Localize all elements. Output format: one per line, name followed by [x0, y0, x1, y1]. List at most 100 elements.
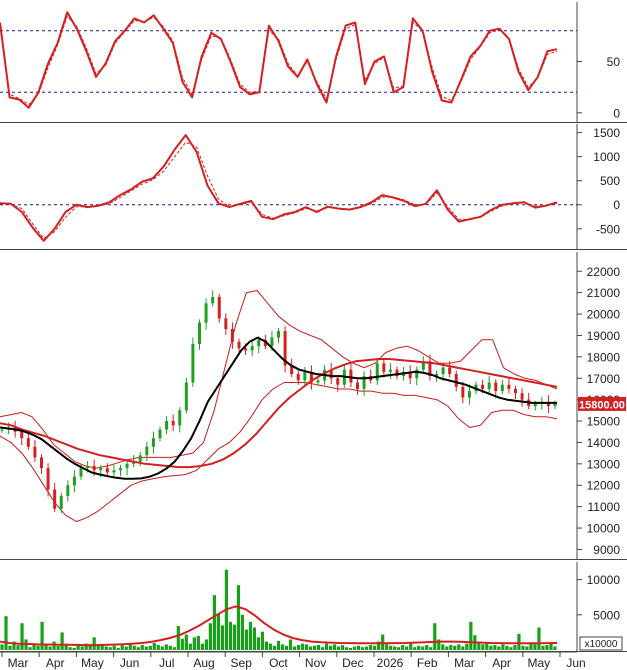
candle-body: [105, 468, 109, 473]
volume-bar: [316, 645, 321, 650]
volume-bar: [357, 645, 361, 650]
volume-bar: [176, 626, 180, 650]
volume-unit-label: x10000: [585, 639, 618, 650]
volume-bar: [108, 647, 112, 650]
candle-body: [66, 485, 70, 496]
volume-bar: [449, 645, 453, 650]
volume-bar: [337, 646, 341, 650]
volume-bar: [256, 637, 261, 650]
x-tick-label: Aug: [193, 656, 214, 670]
candle-body: [92, 465, 96, 471]
oscillator-signal-line: [0, 15, 558, 106]
volume-bar: [160, 646, 164, 650]
x-tick-label: Sep: [231, 656, 253, 670]
volume-bar: [497, 646, 501, 650]
x-tick-label: Apr: [46, 656, 65, 670]
volume-bar: [172, 647, 176, 650]
volume-bar: [369, 645, 373, 650]
candle-body: [26, 438, 30, 447]
y-tick-label: 0: [613, 198, 620, 212]
volume-bar: [168, 645, 172, 650]
candle-body: [46, 468, 50, 490]
volume-bar: [232, 624, 237, 650]
y-tick-label: 19000: [587, 329, 621, 343]
candle-body: [99, 468, 103, 471]
candle-body: [178, 410, 182, 426]
x-tick-label: Jun: [120, 656, 139, 670]
volume-bar: [272, 645, 277, 650]
volume-bar: [180, 638, 184, 650]
candle-body: [230, 329, 234, 342]
volume-bar: [533, 644, 537, 650]
y-tick-label: 18000: [587, 350, 621, 364]
volume-bar: [8, 645, 12, 650]
volume-bar: [308, 646, 313, 650]
candle-body: [217, 296, 221, 319]
candle-body: [191, 344, 195, 383]
volume-bar: [28, 647, 32, 650]
volume-bar: [80, 646, 84, 650]
x-tick-label: Feb: [417, 656, 438, 670]
candle-body: [250, 346, 254, 351]
macd-line: [0, 134, 558, 242]
volume-bar: [349, 647, 353, 650]
volume-bar: [148, 645, 152, 650]
candle-body: [125, 463, 129, 469]
x-tick-label: Nov: [305, 656, 326, 670]
y-tick-label: 22000: [587, 265, 621, 279]
volume-bar: [264, 641, 269, 650]
volume-bar: [92, 637, 96, 650]
candle-body: [112, 470, 116, 473]
volume-bar: [457, 644, 461, 650]
candle-body: [494, 382, 498, 392]
volume-bar: [240, 614, 245, 650]
y-tick-label: 10000: [587, 522, 621, 536]
volume-bar: [312, 645, 317, 650]
candle-body: [40, 457, 43, 469]
candle-body: [316, 380, 320, 383]
volume-bar: [429, 647, 433, 650]
volume-bar: [56, 645, 60, 650]
volume-bar: [228, 621, 233, 650]
volume-bar: [545, 645, 549, 650]
volume-bar: [136, 647, 140, 650]
candle-body: [165, 421, 169, 430]
candle-body: [237, 341, 241, 349]
volume-bar: [288, 639, 293, 650]
volume-bar: [361, 647, 365, 650]
volume-bar: [517, 633, 521, 650]
volume-bar: [385, 644, 389, 650]
volume-bar: [353, 646, 357, 650]
candle-body: [553, 403, 557, 407]
volume-bar: [4, 616, 8, 650]
candle-body: [388, 369, 392, 372]
volume-bar: [44, 645, 48, 650]
volume-bar: [537, 627, 541, 650]
volume-bar: [529, 643, 533, 650]
macd-signal-line: [0, 141, 558, 239]
candle-body: [336, 378, 340, 385]
y-tick-label: 20000: [587, 308, 621, 322]
volume-bar: [341, 645, 345, 650]
volume-bar: [200, 643, 204, 650]
candle-body: [72, 476, 76, 486]
y-tick-label: 10000: [587, 573, 621, 587]
x-tick-label: Dec: [342, 656, 363, 670]
volume-bar: [216, 613, 220, 650]
volume-bar: [140, 645, 144, 650]
volume-bar: [389, 645, 393, 650]
volume-bar: [425, 645, 429, 650]
candle-body: [151, 438, 155, 447]
volume-bar: [324, 643, 329, 650]
candle-body: [467, 391, 471, 398]
y-tick-label: 1000: [593, 150, 620, 164]
candle-body: [277, 331, 280, 338]
volume-bar: [525, 646, 529, 650]
volume-bar: [553, 646, 557, 650]
y-tick-label: 5000: [593, 608, 620, 622]
volume-bar: [156, 645, 160, 650]
candle-body: [224, 318, 228, 330]
volume-bar: [188, 643, 192, 650]
volume-bar: [16, 645, 20, 650]
candle-body: [382, 363, 386, 372]
